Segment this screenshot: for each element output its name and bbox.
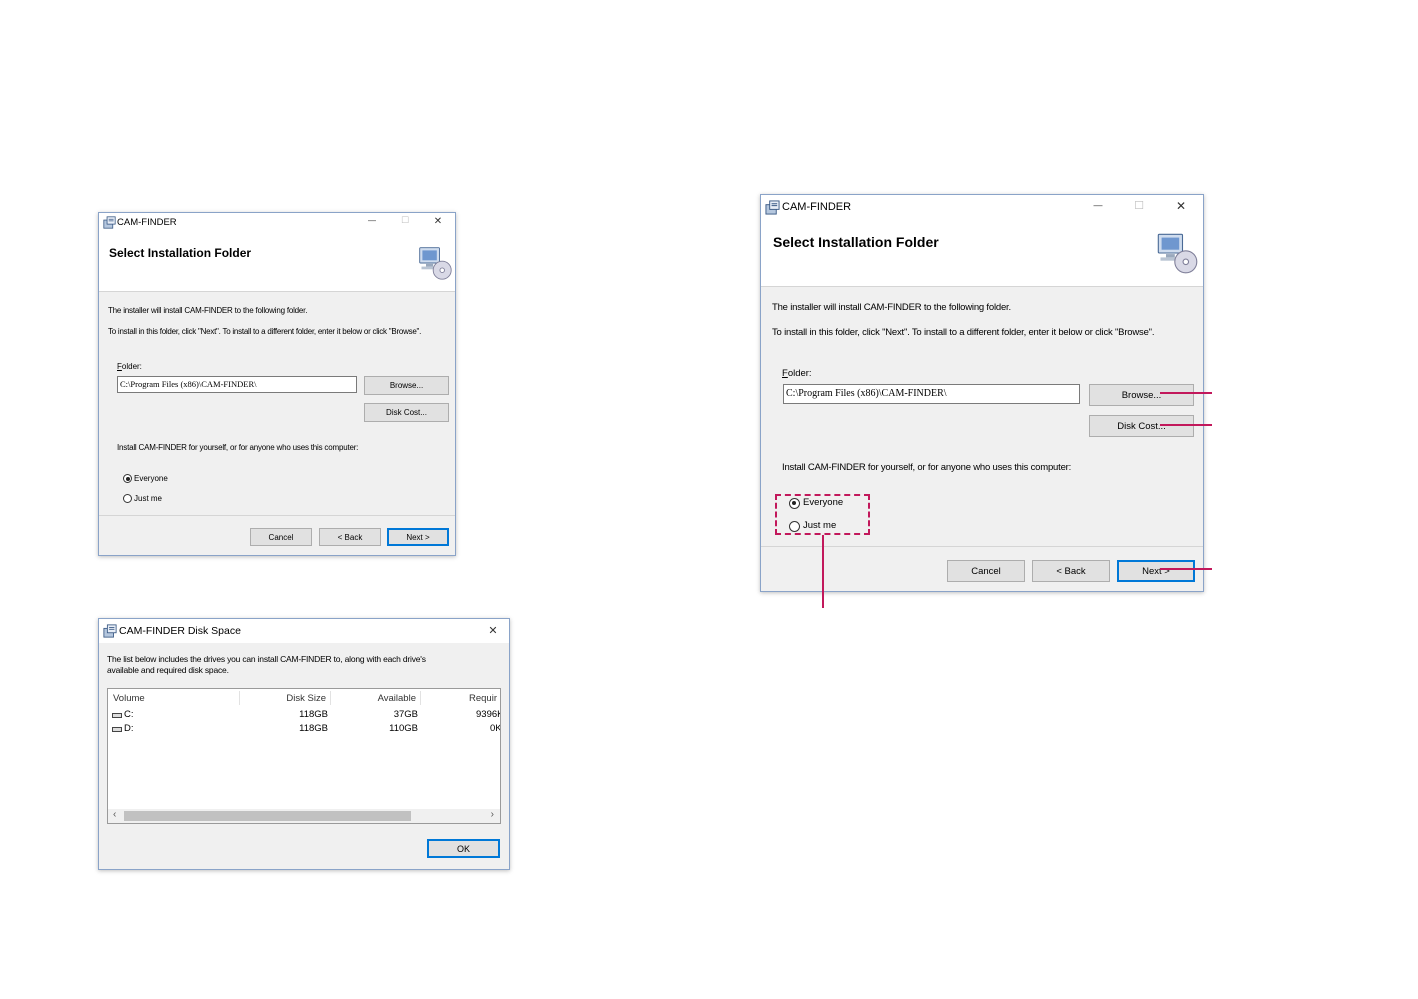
instructions-text: To install in this folder, click "Next".… — [108, 327, 422, 336]
folder-label-text: older: — [787, 368, 812, 379]
row-disk-size: 118GB — [299, 709, 328, 720]
disk-space-description-line2: available and required disk space. — [107, 665, 229, 675]
installer-package-icon — [103, 624, 117, 638]
folder-label: Folder: — [782, 368, 812, 379]
back-button[interactable]: < Back — [319, 528, 381, 546]
drive-list[interactable]: Volume Disk Size Available Requir C: 118… — [107, 688, 501, 824]
row-volume: D: — [124, 723, 134, 734]
title-bar[interactable]: CAM-FINDER — ☐ ✕ — [761, 195, 1203, 220]
installer-package-icon — [103, 216, 116, 229]
horizontal-scrollbar[interactable]: ‹ › — [108, 809, 500, 823]
disk-space-window: CAM-FINDER Disk Space ✕ The list below i… — [98, 618, 510, 870]
disk-space-title-bar[interactable]: CAM-FINDER Disk Space ✕ — [99, 619, 509, 643]
install-for-text: Install CAM-FINDER for yourself, or for … — [782, 462, 1072, 473]
row-disk-size: 118GB — [299, 723, 328, 734]
disk-space-description-line1: The list below includes the drives you c… — [107, 654, 426, 664]
footer-divider — [99, 515, 455, 516]
close-button[interactable]: ✕ — [1173, 199, 1189, 213]
header-banner: Select Installation Folder — [761, 220, 1203, 287]
cancel-button[interactable]: Cancel — [947, 560, 1025, 582]
callout-line-disk-cost — [1160, 424, 1212, 426]
next-button[interactable]: Next > — [1117, 560, 1195, 582]
drive-icon — [112, 727, 122, 732]
callout-box-install-scope — [775, 494, 870, 535]
scrollbar-thumb[interactable] — [124, 811, 411, 821]
radio-just-me[interactable] — [123, 494, 132, 503]
next-button[interactable]: Next > — [387, 528, 449, 546]
instructions-text: To install in this folder, click "Next".… — [772, 327, 1155, 338]
page-title: Select Installation Folder — [773, 234, 939, 250]
installer-window-small: CAM-FINDER — ☐ ✕ Select Installation Fol… — [98, 212, 456, 556]
close-button[interactable]: ✕ — [486, 624, 500, 637]
column-header-volume[interactable]: Volume — [113, 693, 145, 704]
title-bar[interactable]: CAM-FINDER — ☐ ✕ — [99, 213, 455, 233]
browse-button[interactable]: Browse... — [364, 376, 449, 395]
intro-text: The installer will install CAM-FINDER to… — [108, 306, 308, 315]
row-available: 110GB — [389, 723, 418, 734]
disk-space-title: CAM-FINDER Disk Space — [119, 625, 241, 637]
folder-input[interactable]: C:\Program Files (x86)\CAM-FINDER\ — [783, 384, 1080, 404]
column-separator — [330, 691, 331, 705]
minimize-button[interactable]: — — [365, 216, 379, 225]
disk-cost-button[interactable]: Disk Cost... — [1089, 415, 1194, 437]
window-title: CAM-FINDER — [782, 201, 852, 213]
folder-input[interactable]: C:\Program Files (x86)\CAM-FINDER\ — [117, 376, 357, 393]
column-separator — [420, 691, 421, 705]
drive-icon — [112, 713, 122, 718]
table-row[interactable]: C: 118GB 37GB 9396K — [108, 709, 501, 723]
window-title: CAM-FINDER — [117, 217, 177, 228]
row-required: 9396K — [476, 709, 501, 720]
table-row[interactable]: D: 118GB 110GB 0K — [108, 723, 501, 737]
callout-line-next — [1160, 568, 1212, 570]
column-separator — [239, 691, 240, 705]
folder-label-text: older: — [121, 362, 142, 371]
computer-cd-icon — [419, 247, 452, 280]
maximize-button[interactable]: ☐ — [1131, 199, 1147, 212]
row-volume: C: — [124, 709, 134, 720]
row-required: 0K — [490, 723, 501, 734]
row-available: 37GB — [393, 709, 418, 720]
intro-text: The installer will install CAM-FINDER to… — [772, 302, 1011, 313]
scroll-left-icon[interactable]: ‹ — [113, 809, 116, 820]
radio-just-me-label[interactable]: Just me — [134, 494, 162, 503]
ok-button[interactable]: OK — [427, 839, 500, 858]
installer-package-icon — [765, 200, 780, 215]
disk-cost-button[interactable]: Disk Cost... — [364, 403, 449, 422]
maximize-button[interactable]: ☐ — [398, 215, 412, 226]
callout-line-install-scope — [822, 535, 824, 608]
footer-divider — [761, 546, 1203, 547]
callout-line-browse — [1160, 392, 1212, 394]
close-button[interactable]: ✕ — [431, 216, 445, 227]
install-for-text: Install CAM-FINDER for yourself, or for … — [117, 443, 359, 452]
scroll-right-icon[interactable]: › — [491, 809, 494, 820]
minimize-button[interactable]: — — [1090, 200, 1106, 210]
browse-button[interactable]: Browse... — [1089, 384, 1194, 406]
header-banner: Select Installation Folder — [99, 233, 455, 292]
radio-everyone-label[interactable]: Everyone — [134, 474, 168, 483]
back-button[interactable]: < Back — [1032, 560, 1110, 582]
radio-everyone[interactable]: .win .radio.on::after{left:1.5px;top:1.5… — [123, 474, 132, 483]
folder-label: Folder: — [117, 362, 142, 371]
column-header-disk-size[interactable]: Disk Size — [286, 693, 326, 704]
computer-cd-icon — [1157, 233, 1198, 274]
page-title: Select Installation Folder — [109, 246, 252, 260]
column-header-required[interactable]: Requir — [469, 693, 497, 704]
column-header-available[interactable]: Available — [378, 693, 416, 704]
cancel-button[interactable]: Cancel — [250, 528, 312, 546]
